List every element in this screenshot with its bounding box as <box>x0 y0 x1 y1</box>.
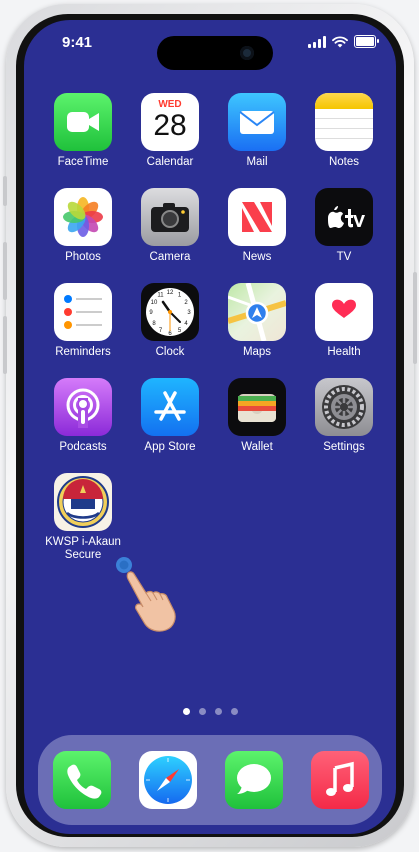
camera-icon <box>141 188 199 246</box>
volume-up-button <box>3 242 7 300</box>
power-button <box>413 272 417 364</box>
kwsp-logo-icon <box>54 473 112 531</box>
app-label: Maps <box>242 346 272 358</box>
health-icon <box>315 283 373 341</box>
app-reminders[interactable]: Reminders <box>41 283 125 359</box>
tap-pointer <box>116 555 188 638</box>
app-label-line2: Secure <box>64 549 102 561</box>
app-label: Photos <box>65 251 101 263</box>
page-indicator[interactable] <box>24 708 396 715</box>
svg-text:12: 12 <box>167 290 174 296</box>
settings-icon <box>315 378 373 436</box>
phone-icon[interactable] <box>53 751 111 809</box>
pointing-hand-icon <box>126 571 176 632</box>
dock <box>38 735 382 825</box>
app-label: TV <box>336 251 352 263</box>
app-label: Wallet <box>241 441 273 453</box>
app-label: Clock <box>155 346 185 358</box>
app-label: Settings <box>323 441 365 453</box>
app-facetime[interactable]: FaceTime <box>41 93 125 169</box>
app-label: Podcasts <box>59 441 107 453</box>
app-settings[interactable]: Settings <box>302 378 386 454</box>
tv-icon <box>315 188 373 246</box>
clock-icon: 12 3 6 9 1245 7 8 10 11 <box>141 283 199 341</box>
dynamic-island <box>157 36 273 70</box>
music-icon[interactable] <box>311 751 369 809</box>
facetime-icon <box>54 93 112 151</box>
status-bar: 9:41 <box>24 20 396 70</box>
app-store-icon <box>141 378 199 436</box>
app-label: News <box>242 251 272 263</box>
battery-icon <box>354 35 379 48</box>
wifi-icon <box>332 36 348 48</box>
reminders-icon <box>54 283 112 341</box>
cellular-signal-icon <box>308 36 326 48</box>
app-news[interactable]: News <box>215 188 299 264</box>
app-label-line1: KWSP i-Akaun <box>45 536 121 548</box>
notes-icon <box>315 93 373 151</box>
mail-icon <box>228 93 286 151</box>
app-health[interactable]: Health <box>302 283 386 359</box>
app-clock[interactable]: 12 3 6 9 1245 7 8 10 11 Clock <box>128 283 212 359</box>
svg-text:10: 10 <box>151 300 158 306</box>
app-calendar[interactable]: WED 28 Calendar <box>128 93 212 169</box>
app-kwsp-i-akaun[interactable]: KWSP i-Akaun Secure <box>41 473 125 562</box>
page-dot-4[interactable] <box>230 708 238 715</box>
app-podcasts[interactable]: Podcasts <box>41 378 125 454</box>
status-icons <box>308 35 379 48</box>
app-label: KWSP i-Akaun Secure <box>41 536 125 562</box>
app-label: Camera <box>149 251 191 263</box>
home-screen: 9:41 FaceTime WED 28 Calendar Mail Notes… <box>24 20 396 834</box>
podcasts-icon <box>54 378 112 436</box>
app-label: Reminders <box>55 346 111 358</box>
page-dot-3[interactable] <box>214 708 222 715</box>
maps-icon <box>228 283 286 341</box>
app-label: Mail <box>246 156 268 168</box>
safari-icon[interactable] <box>139 751 197 809</box>
action-button <box>3 176 7 206</box>
messages-icon[interactable] <box>225 751 283 809</box>
news-icon <box>228 188 286 246</box>
app-photos[interactable]: Photos <box>41 188 125 264</box>
app-mail[interactable]: Mail <box>215 93 299 169</box>
app-label: Calendar <box>146 156 194 168</box>
calendar-icon: WED 28 <box>141 93 199 151</box>
app-label: App Store <box>144 441 196 453</box>
app-label: FaceTime <box>57 156 109 168</box>
status-time: 9:41 <box>62 34 93 51</box>
app-maps[interactable]: Maps <box>215 283 299 359</box>
volume-down-button <box>3 316 7 374</box>
svg-text:11: 11 <box>157 293 164 299</box>
app-label: Health <box>327 346 361 358</box>
page-dot-1[interactable] <box>182 708 190 715</box>
app-app-store[interactable]: App Store <box>128 378 212 454</box>
app-camera[interactable]: Camera <box>128 188 212 264</box>
calendar-day: 28 <box>153 109 187 142</box>
app-tv[interactable]: TV <box>302 188 386 264</box>
app-label: Notes <box>328 156 360 168</box>
page-dot-2[interactable] <box>198 708 206 715</box>
app-wallet[interactable]: Wallet <box>215 378 299 454</box>
photos-icon <box>54 188 112 246</box>
wallet-icon <box>228 378 286 436</box>
app-notes[interactable]: Notes <box>302 93 386 169</box>
front-camera-icon <box>240 46 254 60</box>
